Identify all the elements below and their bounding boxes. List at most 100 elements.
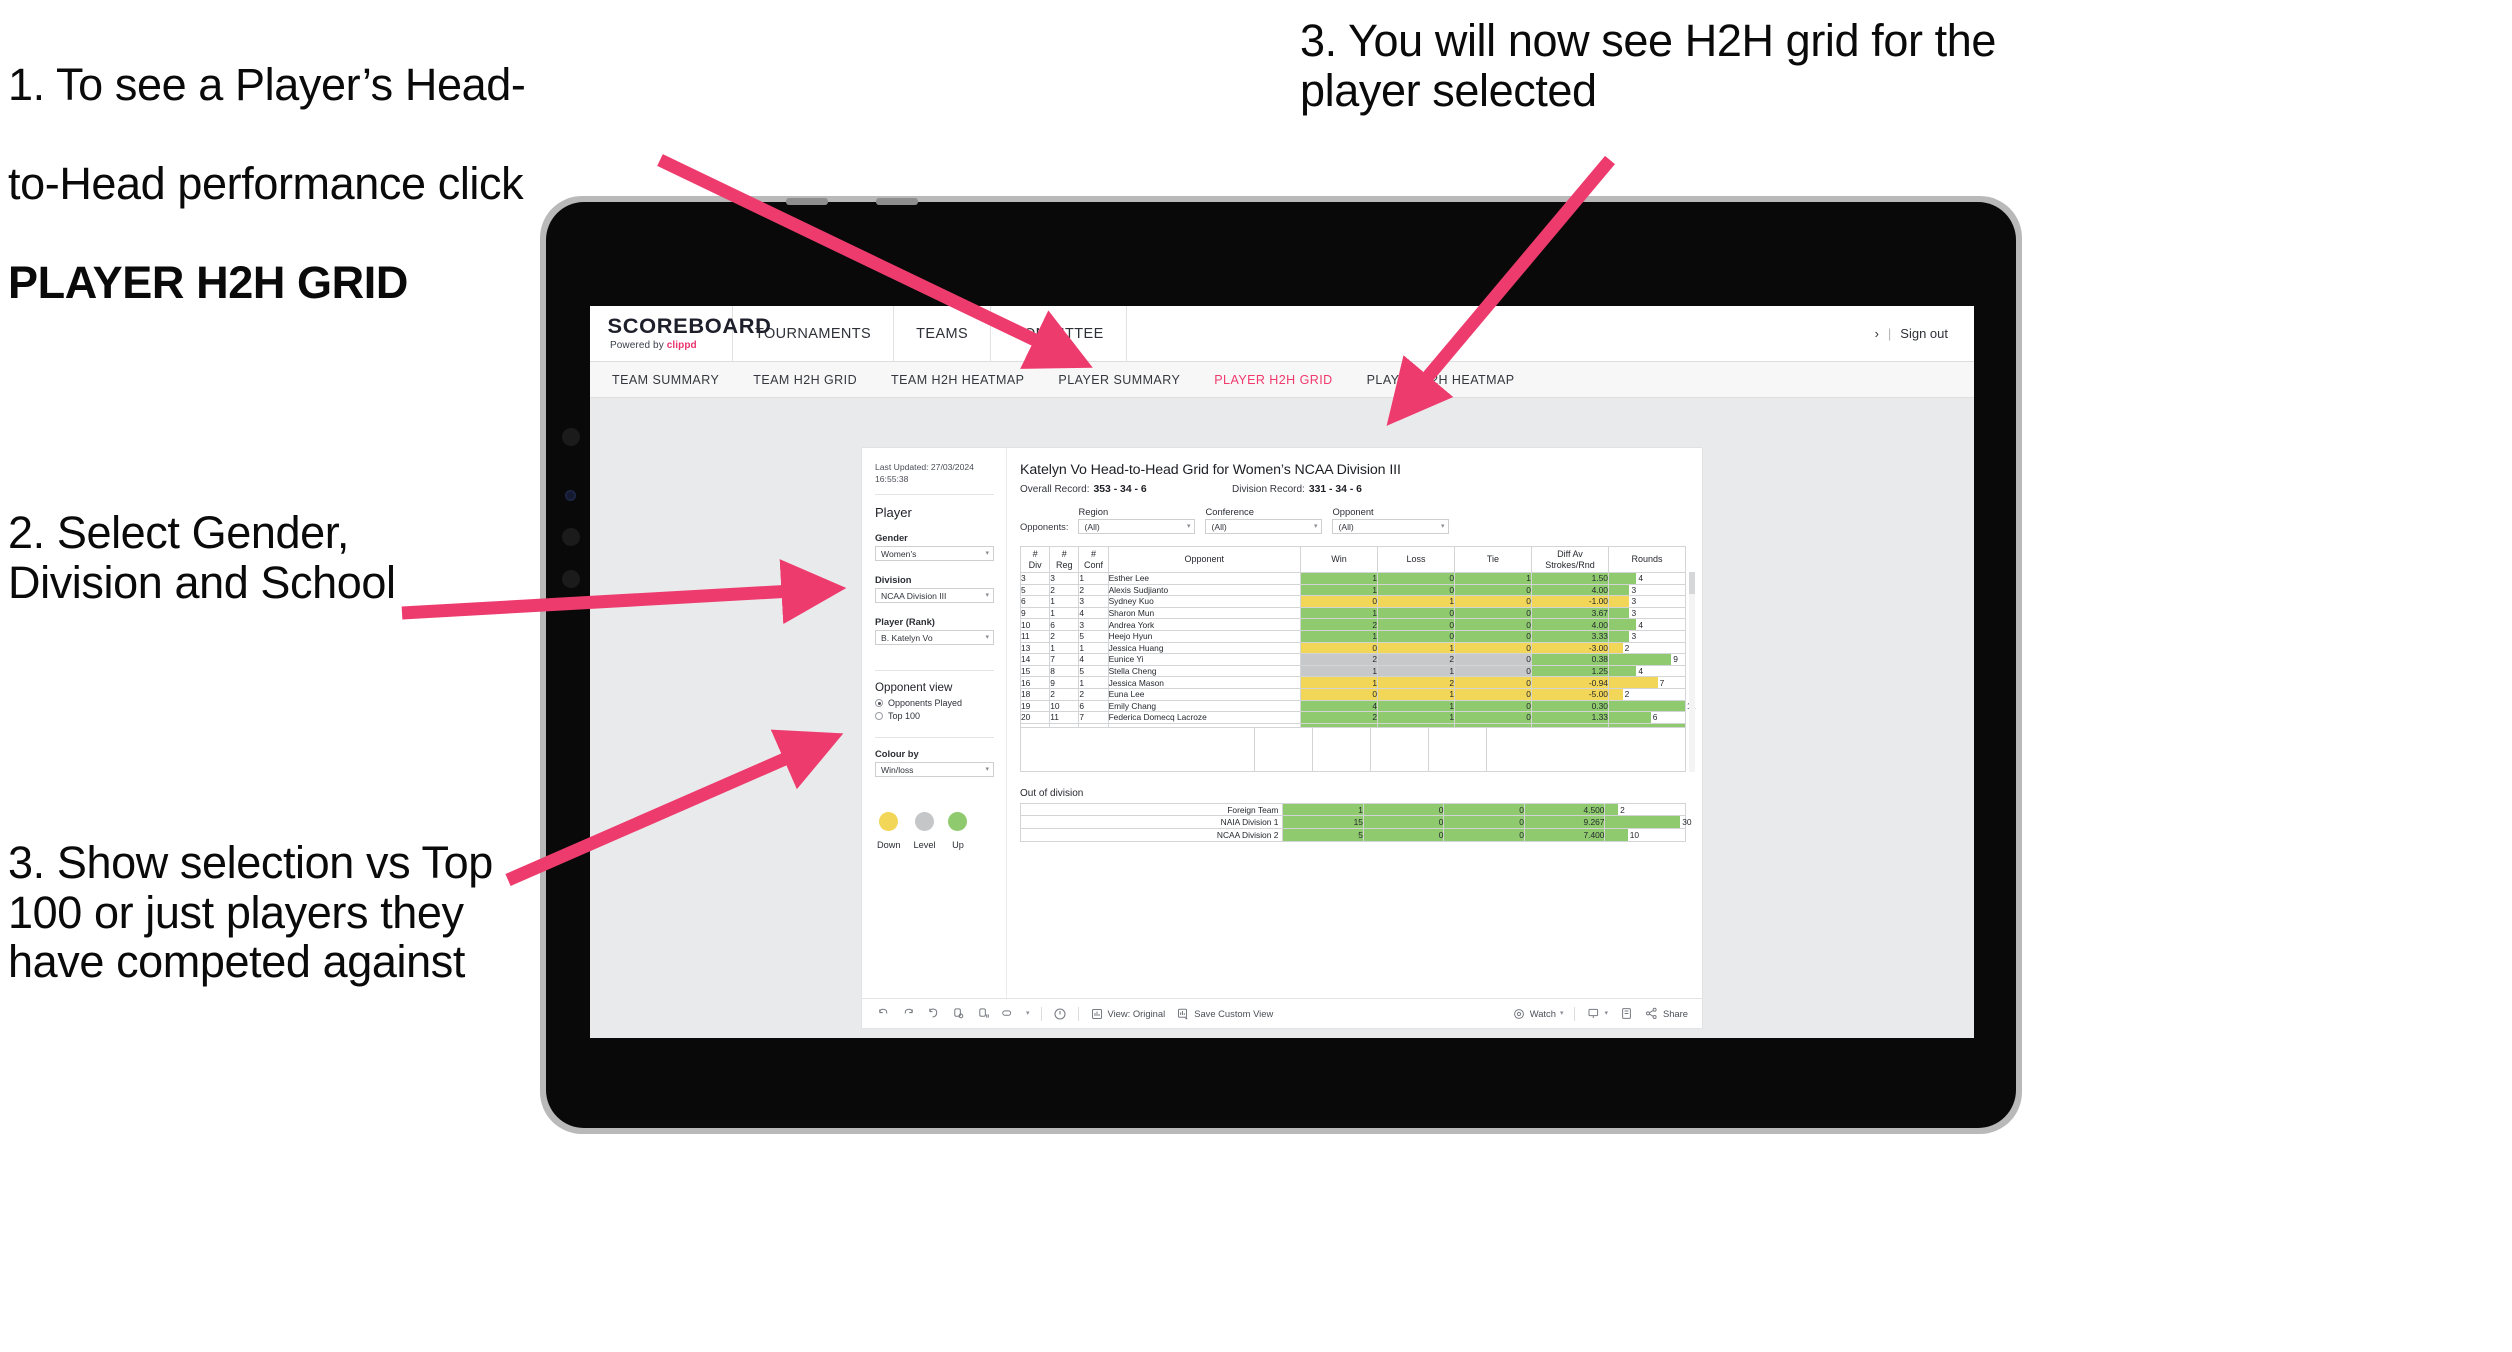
- nav-item-teams[interactable]: TEAMS: [894, 306, 992, 361]
- table-cell: 3: [1019, 572, 1051, 585]
- region-value: (All): [1084, 521, 1100, 532]
- grid-scrollbar-thumb[interactable]: [1689, 572, 1695, 594]
- player-rank-select[interactable]: B. Katelyn Vo ▾: [875, 630, 994, 646]
- callout-1: 1. To see a Player’s Head- to-Head perfo…: [8, 10, 768, 307]
- radio-top-100[interactable]: Top 100: [875, 711, 994, 721]
- opponents-label: Opponents:: [1020, 521, 1069, 532]
- pause-icon[interactable]: [976, 1007, 990, 1021]
- opponent-filter-row: Opponents: Region (All) ▾ Conference (Al…: [1020, 506, 1686, 534]
- col-diff[interactable]: Diff Av Strokes/Rnd: [1530, 546, 1609, 573]
- brand-logo[interactable]: SCOREBOARD Powered by clippd: [590, 306, 771, 361]
- rounds-bar-cell: 3: [1607, 583, 1687, 597]
- refresh-icon[interactable]: [951, 1007, 965, 1021]
- table-cell: 2: [1078, 583, 1109, 597]
- table-cell: 0: [1453, 653, 1532, 666]
- opponent-label: Opponent: [1332, 506, 1374, 517]
- col-opponent-label: Opponent: [1184, 554, 1225, 565]
- watch-button[interactable]: Watch ▾: [1512, 1007, 1563, 1021]
- col-opponent[interactable]: Opponent: [1107, 546, 1302, 573]
- tab-player-h2h-grid[interactable]: PLAYER H2H GRID: [1214, 373, 1332, 387]
- division-select[interactable]: NCAA Division III ▾: [875, 588, 994, 604]
- download-button[interactable]: ▾: [1586, 1007, 1608, 1021]
- tablet-top-speaker-2: [876, 198, 918, 205]
- table-cell: 1: [1377, 595, 1455, 608]
- nav-separator: |: [1887, 326, 1892, 341]
- table-cell: 0: [1377, 583, 1455, 597]
- table-row[interactable]: 18 2 2 Euna Lee 0 1 0 -5.00 2: [1019, 687, 1687, 701]
- col-reg[interactable]: # Reg: [1049, 546, 1080, 573]
- revert-icon[interactable]: [926, 1007, 940, 1021]
- col-tie[interactable]: Tie: [1453, 546, 1532, 573]
- undo-icon[interactable]: [876, 1007, 890, 1021]
- table-row[interactable]: 5 2 2 Alexis Sudjianto 1 0 0 4.00 3: [1019, 583, 1687, 597]
- table-cell: 4: [1078, 606, 1109, 620]
- table-row[interactable]: 20 11 7 Federica Domecq Lacroze 2 1 0 1.33 6: [1019, 711, 1687, 724]
- table-row[interactable]: 10 6 3 Andrea York 2 0 0 4.00 4: [1019, 618, 1687, 631]
- colour-by-label: Colour by: [875, 748, 919, 760]
- brand-sub-prefix: Powered by: [610, 340, 667, 351]
- region-select[interactable]: (All) ▾: [1078, 519, 1196, 534]
- opponent-select[interactable]: (All) ▾: [1332, 519, 1450, 534]
- table-row[interactable]: 6 1 3 Sydney Kuo 0 1 0 -1.00 3: [1019, 595, 1687, 608]
- tab-team-h2h-heatmap[interactable]: TEAM H2H HEATMAP: [891, 373, 1024, 387]
- view-original-button[interactable]: View: Original: [1090, 1007, 1165, 1021]
- col-win[interactable]: Win: [1300, 546, 1378, 573]
- grid-scrollbar[interactable]: [1689, 572, 1695, 772]
- table-row[interactable]: 16 9 1 Jessica Mason 1 2 0 -0.94 7: [1019, 676, 1687, 689]
- table-row[interactable]: 9 1 4 Sharon Mun 1 0 0 3.67 3: [1019, 606, 1687, 620]
- account-chevron-icon[interactable]: ›: [1875, 326, 1879, 341]
- pause-auto-update-icon[interactable]: [1053, 1007, 1067, 1021]
- col-rounds[interactable]: Rounds: [1607, 546, 1687, 573]
- save-custom-view-button[interactable]: Save Custom View: [1176, 1007, 1273, 1021]
- last-updated-text: Last Updated: 27/03/2024 16:55:38: [875, 462, 974, 484]
- col-div[interactable]: # Div: [1019, 546, 1051, 573]
- chevron-down-icon[interactable]: ▾: [1026, 1010, 1030, 1017]
- rounds-bar: [1608, 688, 1623, 700]
- tab-player-summary[interactable]: PLAYER SUMMARY: [1058, 373, 1180, 387]
- callout-1-bold: PLAYER H2H GRID: [8, 256, 408, 308]
- table-cell: 2: [1300, 618, 1378, 631]
- table-row[interactable]: NCAA Division 2 5 0 0 7.400 10: [1019, 827, 1686, 842]
- colour-by-select[interactable]: Win/loss ▾: [875, 762, 994, 778]
- fullscreen-icon[interactable]: [1619, 1007, 1634, 1021]
- table-cell: Alexis Sudjianto: [1107, 583, 1302, 597]
- tab-team-h2h-grid[interactable]: TEAM H2H GRID: [753, 373, 857, 387]
- table-row[interactable]: 15 8 5 Stella Cheng 1 1 0 1.25 4: [1019, 664, 1687, 678]
- h2h-grid-table: #Div #Reg #Conf Opponent Win Loss Tie: [1019, 546, 1696, 728]
- grid-empty-cell: [1487, 728, 1543, 771]
- filter-panel: Last Updated: 27/03/2024 16:55:38 Player…: [862, 448, 1007, 998]
- redo-icon[interactable]: [901, 1007, 915, 1021]
- overall-record-label: Overall Record:: [1020, 484, 1090, 495]
- tab-player-h2h-heatmap[interactable]: PLAYER H2H HEATMAP: [1367, 373, 1515, 387]
- table-cell: [1078, 722, 1109, 728]
- table-cell: 1: [1377, 699, 1455, 713]
- table-cell: 1: [1377, 641, 1455, 655]
- col-conf[interactable]: # Conf: [1078, 546, 1109, 573]
- gender-select[interactable]: Women's ▾: [875, 546, 994, 562]
- highlight-icon[interactable]: [1001, 1007, 1015, 1021]
- nav-item-committee[interactable]: COMMITTEE: [991, 306, 1127, 361]
- table-cell: 0: [1453, 711, 1532, 724]
- tab-team-summary[interactable]: TEAM SUMMARY: [612, 373, 719, 387]
- table-row[interactable]: 14 7 4 Eunice Yi 2 2 0 0.38 9: [1019, 653, 1687, 666]
- table-row[interactable]: NAIA Division 1 15 0 0 9.267 30: [1019, 815, 1692, 829]
- col-loss[interactable]: Loss: [1377, 546, 1455, 573]
- radio-opponents-played[interactable]: Opponents Played: [875, 698, 994, 708]
- sign-out-link[interactable]: Sign out: [1900, 326, 1948, 341]
- table-cell: 4: [1078, 653, 1109, 666]
- table-cell: [1049, 722, 1080, 728]
- table-cell: 19: [1019, 699, 1051, 713]
- table-row[interactable]: 13 1 1 Jessica Huang 0 1 0 -3.00 2: [1019, 641, 1687, 655]
- table-row[interactable]: Foreign Team 1 0 0 4.500 2: [1019, 802, 1686, 817]
- share-button[interactable]: Share: [1645, 1007, 1688, 1021]
- table-cell: Jessica Mason: [1107, 676, 1302, 689]
- table-cell: 1.50: [1530, 572, 1609, 585]
- conference-select[interactable]: (All) ▾: [1205, 519, 1323, 534]
- table-cell: 0.30: [1530, 699, 1609, 713]
- table-row[interactable]: 11 2 5 Heejo Hyun 1 0 0 3.33 3: [1019, 629, 1687, 643]
- table-row[interactable]: 3 3 1 Esther Lee 1 0 1 1.50 4: [1019, 572, 1687, 585]
- grid-empty-space: [1020, 727, 1686, 772]
- conference-value: (All): [1211, 521, 1227, 532]
- table-row[interactable]: 19106Emily Chang4100.3011: [1019, 699, 1696, 713]
- rounds-bar-cell: 11: [1607, 699, 1696, 713]
